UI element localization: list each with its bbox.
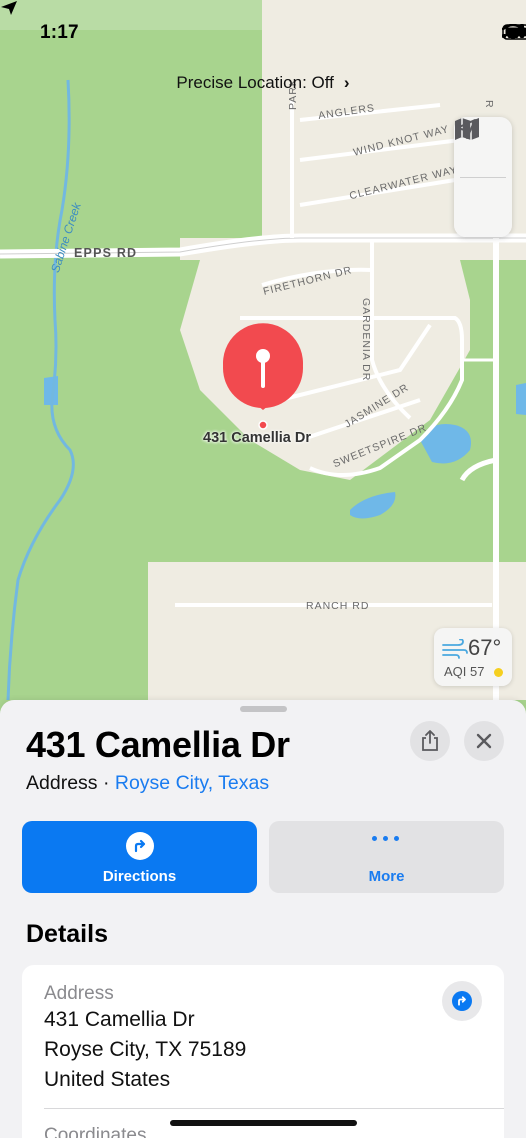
aqi-status-dot (494, 668, 503, 677)
coordinates-label: Coordinates (44, 1125, 147, 1138)
weather-aqi: AQI 57 (444, 664, 485, 679)
place-subtitle: Address · Royse City, Texas (26, 772, 269, 795)
address-label: Address (44, 983, 114, 1004)
sheet-grabber[interactable] (240, 706, 287, 712)
close-icon (476, 733, 492, 749)
directions-small-icon (452, 991, 472, 1011)
close-button[interactable] (464, 721, 504, 761)
map-controls (454, 117, 512, 237)
subtitle-city-link[interactable]: Royse City, Texas (115, 772, 269, 794)
more-button[interactable]: More (269, 821, 504, 893)
precise-location-text: Precise Location: Off (176, 73, 334, 92)
location-arrow-icon (456, 119, 476, 139)
map-canvas[interactable] (0, 0, 526, 720)
address-line3: United States (44, 1068, 171, 1091)
address-line1: 431 Camellia Dr (44, 1008, 195, 1031)
chevron-right-icon: › (343, 73, 350, 92)
status-time: 1:17 (40, 22, 79, 43)
share-icon (422, 730, 438, 751)
home-indicator[interactable] (170, 1120, 357, 1126)
place-title: 431 Camellia Dr (26, 724, 290, 765)
road-label-epps: EPPS RD (74, 246, 138, 260)
share-button[interactable] (410, 721, 450, 761)
place-sheet[interactable]: 431 Camellia Dr Address · Royse City, Te… (0, 700, 526, 1138)
map-view[interactable]: EPPS RD PARK ANGLERS WIND KNOT WAY CLEAR… (0, 0, 526, 720)
address-line2: Royse City, TX 75189 (44, 1038, 247, 1061)
status-bar: 1:17 (0, 0, 526, 62)
directions-label: Directions (102, 868, 177, 885)
road-label-gardenia: GARDENIA DR (360, 298, 372, 382)
precise-location-banner[interactable]: Precise Location: Off › (0, 73, 526, 93)
details-heading: Details (26, 920, 108, 948)
location-services-icon (1, 1, 17, 15)
road-label-edge: R (483, 100, 495, 109)
wind-icon (442, 639, 468, 659)
pin-label[interactable]: 431 Camellia Dr (203, 430, 311, 446)
address-directions-button[interactable] (442, 981, 482, 1021)
subtitle-type: Address · (26, 772, 115, 794)
directions-icon (126, 832, 154, 860)
battery-icon (502, 24, 526, 40)
card-divider (44, 1108, 504, 1109)
more-label: More (368, 868, 405, 885)
address-card[interactable]: Address 431 Camellia Dr Royse City, TX 7… (22, 965, 504, 1138)
current-location-button[interactable] (454, 119, 512, 238)
weather-temp: 67° (468, 635, 502, 660)
road-label-ranch: RANCH RD (306, 600, 370, 612)
directions-button[interactable]: Directions (22, 821, 257, 893)
weather-widget[interactable]: 67° AQI 57 (434, 628, 512, 686)
more-icon (372, 836, 399, 841)
